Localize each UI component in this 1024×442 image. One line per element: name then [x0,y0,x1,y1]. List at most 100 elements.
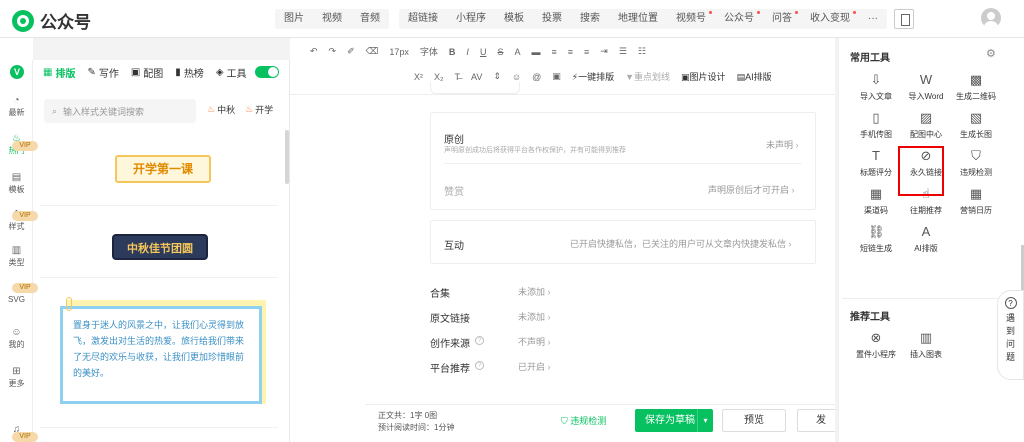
image-design-button[interactable]: ▣图片设计 [681,70,726,83]
underline-style-button[interactable]: ▼重点划线 [625,70,670,83]
rail-item-7[interactable]: ⊞ 更多 [0,366,33,389]
compliance-check-button[interactable]: ⛉ 违规检测 [561,414,606,427]
tab-insert-3[interactable]: 投票 [533,9,571,29]
align-center-icon[interactable]: ≡ [568,47,573,57]
tool-word[interactable]: W 导入Word [901,72,951,102]
hot-tag-mid-autumn[interactable]: ♨ 中秋 [207,103,235,116]
tab-image[interactable]: 图片 [275,9,313,29]
reward-status[interactable]: 声明原创后才可开启 › [708,183,795,196]
help-icon[interactable]: ? [475,361,484,370]
settings-row-value[interactable]: 已开启 › [518,360,551,373]
ai-layout-button[interactable]: ▤AI排版 [737,70,772,83]
plugin-logo-icon[interactable]: V [10,65,24,79]
panel-toggle[interactable] [254,66,279,78]
subtab-2[interactable]: ▣ 配图 [131,65,163,80]
italic-icon[interactable]: I [466,47,469,57]
tab-insert-10[interactable]: ··· [859,9,887,29]
list-icon[interactable]: ☰ [619,46,627,57]
tab-audio[interactable]: 音频 [351,9,389,29]
font-size-select[interactable]: 17px [389,47,409,57]
underline-icon[interactable]: U [480,47,487,57]
settings-row-label: 创作来源 [430,339,470,350]
emoji-icon[interactable]: ☺ [512,72,521,82]
tool-shield[interactable]: ⛉ 违规检测 [951,148,1001,178]
letter-spacing-icon[interactable]: AV [471,72,482,82]
style-sample-banner[interactable]: 中秋佳节团圆 [112,234,208,260]
tool-ai-layout[interactable]: A AI排版 [901,224,951,254]
bold-icon[interactable]: B [449,47,456,57]
help-icon[interactable]: ? [475,336,484,345]
settings-row-value[interactable]: 未添加 › [518,285,551,298]
rail-item-0[interactable]: ◔ 最新 [0,95,33,118]
line-height-icon[interactable]: ⇕ [493,71,501,82]
style-sample-note[interactable]: 置身于迷人的风景之中，让我们心灵得到放飞，激发出对生活的热爱。旅行给我们带来了无… [60,306,262,404]
panel-scrollbar[interactable] [285,130,289,184]
tab-insert-4[interactable]: 搜索 [571,9,609,29]
avatar[interactable] [981,8,1001,28]
original-status[interactable]: 未声明 › [766,138,799,151]
publish-button[interactable]: 发 [797,409,835,432]
tool-calendar[interactable]: ▦ 营销日历 [951,186,1001,216]
rail-item-4[interactable]: ▥ 类型 [0,245,33,268]
help-button[interactable]: ? 遇到问题 [997,290,1024,380]
undo-icon[interactable]: ↶ [310,46,318,57]
format-brush-icon[interactable]: ✐ [347,46,355,57]
settings-gear-icon[interactable]: ⚙ [986,47,996,60]
clear-format-icon[interactable]: ⌫ [366,46,379,57]
tool-short-link[interactable]: ⛓ 短链生成 [851,224,901,254]
strike-style-icon[interactable]: T̶ [455,72,461,82]
indent-icon[interactable]: ⇥ [600,46,608,57]
tool-title[interactable]: T 标题评分 [851,148,901,178]
align-left-icon[interactable]: ≡ [551,47,556,57]
tab-insert-6[interactable]: 视频号 [667,9,715,29]
strikethrough-icon[interactable]: S [497,47,503,57]
tool-phone[interactable]: ▯ 手机传图 [851,110,901,140]
chevron-down-icon[interactable]: ▾ [697,409,713,432]
tab-insert-2[interactable]: 模板 [495,9,533,29]
subtab-0[interactable]: ▦ 排版 [43,65,75,80]
tab-insert-1[interactable]: 小程序 [447,9,495,29]
interaction-status[interactable]: 已开启快捷私信，已关注的用户可从文章内快捷发私信 › [570,237,792,250]
subtab-3[interactable]: ▮ 热榜 [175,65,204,80]
subtab-4[interactable]: ◈ 工具 [216,65,247,80]
ordered-list-icon[interactable]: ☷ [638,46,646,57]
tab-insert-0[interactable]: 超链接 [399,9,447,29]
redo-icon[interactable]: ↷ [329,46,337,57]
font-family-select[interactable]: 字体 [420,45,438,58]
toolbox-icon[interactable]: ▣ [552,71,561,82]
rail-item-6[interactable]: ☺ 我的 [0,327,33,350]
background-color-icon[interactable]: ▬ [531,47,540,57]
superscript-icon[interactable]: X² [414,72,423,82]
settings-row-value[interactable]: 未添加 › [518,310,551,323]
tool-picture[interactable]: ▨ 配图中心 [901,110,951,140]
brand-logo[interactable]: 公众号 [12,8,91,33]
rail-item-2[interactable]: ▤ 模板 [0,172,33,195]
tab-insert-9[interactable]: 收入变现 [801,9,859,29]
align-right-icon[interactable]: ≡ [584,47,589,57]
tool-long-image[interactable]: ▧ 生成长图 [951,110,1001,140]
tool-qrcode[interactable]: ▩ 生成二维码 [951,72,1001,102]
tool-miniapp[interactable]: ⊗ 置件小程序 [851,330,901,360]
preview-button[interactable]: 预览 [722,409,786,432]
tool-chart[interactable]: ▥ 插入图表 [901,330,951,360]
subscript-icon[interactable]: X₂ [434,72,444,82]
tab-insert-5[interactable]: 地理位置 [609,9,667,29]
style-search-input[interactable]: ⌕ 输入样式关键词搜索 [44,99,196,123]
original-description: 声明原创成功后将获得平台各作权保护，并有可能得到推荐 [444,147,626,154]
vip-badge: VIP [12,141,38,151]
tab-video[interactable]: 视频 [313,9,351,29]
save-draft-button[interactable]: 保存为草稿 ▾ [635,409,713,432]
font-color-icon[interactable]: A [514,47,520,57]
tool-channel-code[interactable]: ▦ 渠道码 [851,186,901,216]
tab-insert-7[interactable]: 公众号 [715,9,763,29]
style-sample-title[interactable]: 开学第一课 [115,155,211,183]
hot-tag-school[interactable]: ♨ 开学 [245,103,273,116]
tool-import[interactable]: ⇩ 导入文章 [851,72,901,102]
subtab-1[interactable]: ✎ 写作 [87,65,118,80]
settings-row-value[interactable]: 不声明 › [518,335,551,348]
mention-icon[interactable]: @ [532,72,541,82]
document-icon[interactable] [894,9,914,29]
one-click-layout-button[interactable]: ⚡一键排版 [572,70,614,83]
tab-insert-8[interactable]: 问答 [763,9,801,29]
layout-icon: ▦ [43,66,53,78]
